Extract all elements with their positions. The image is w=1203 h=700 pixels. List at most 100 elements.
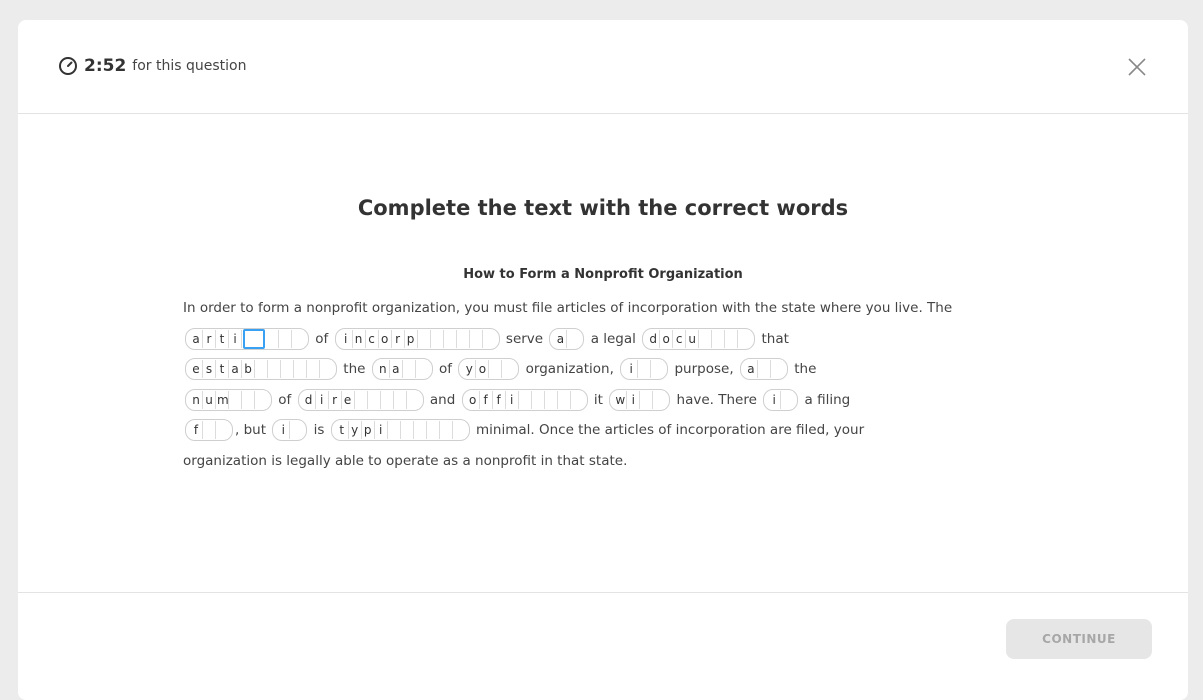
empty-letter-cell[interactable] <box>268 360 281 378</box>
blank-word-input[interactable]: f <box>185 419 233 441</box>
empty-letter-cell[interactable] <box>443 329 457 348</box>
empty-letter-cell[interactable] <box>281 360 294 378</box>
empty-letter-cell[interactable] <box>531 390 545 409</box>
blank-word-input[interactable]: arti <box>185 327 309 350</box>
blank-word-input[interactable]: offi <box>461 388 588 411</box>
empty-letter-cell[interactable] <box>770 360 783 378</box>
empty-letter-cell[interactable] <box>456 329 470 348</box>
question-timer: 2:52 for this question <box>58 56 246 76</box>
empty-letter-cell[interactable] <box>502 360 515 378</box>
empty-letter-cell[interactable] <box>415 360 428 378</box>
blank-word-input[interactable]: typi <box>330 419 470 441</box>
empty-letter-cell[interactable] <box>243 328 265 349</box>
empty-letter-cell[interactable] <box>320 360 332 378</box>
empty-letter-cell[interactable] <box>757 360 771 378</box>
empty-letter-cell[interactable] <box>426 421 440 439</box>
timer-label: for this question <box>132 58 247 74</box>
passage-text-segment: the <box>343 361 366 377</box>
letter-cell: e <box>342 390 355 409</box>
letter-cell: d <box>303 390 316 409</box>
letter-cell: c <box>366 329 379 348</box>
passage-text: In order to form a nonprofit organizatio… <box>183 293 1013 476</box>
empty-letter-cell[interactable] <box>469 329 483 348</box>
empty-letter-cell[interactable] <box>570 390 583 409</box>
letter-cell: s <box>203 360 216 378</box>
empty-letter-cell[interactable] <box>413 421 427 439</box>
empty-letter-cell[interactable] <box>367 390 381 409</box>
blank-word-input[interactable]: i <box>620 358 669 380</box>
empty-letter-cell[interactable] <box>712 329 726 348</box>
empty-letter-cell[interactable] <box>640 390 654 409</box>
empty-letter-cell[interactable] <box>292 329 304 348</box>
letter-cell: i <box>375 421 388 439</box>
letter-cell: t <box>216 360 229 378</box>
letter-cell: r <box>329 390 342 409</box>
empty-letter-cell[interactable] <box>651 360 664 378</box>
letter-cell: n <box>353 329 366 348</box>
passage-text-segment: a legal <box>590 330 636 347</box>
empty-letter-cell[interactable] <box>557 390 571 409</box>
empty-letter-cell[interactable] <box>393 390 407 409</box>
letter-cell: o <box>476 360 490 378</box>
blank-word-input[interactable]: num <box>185 388 272 411</box>
empty-letter-cell[interactable] <box>781 390 794 409</box>
empty-letter-cell[interactable] <box>294 360 307 378</box>
empty-letter-cell[interactable] <box>653 390 666 409</box>
empty-letter-cell[interactable] <box>738 329 751 348</box>
empty-letter-cell[interactable] <box>406 390 419 409</box>
letter-cell: f <box>480 390 493 409</box>
empty-letter-cell[interactable] <box>266 329 279 348</box>
blank-word-input[interactable]: a <box>549 327 585 350</box>
empty-letter-cell[interactable] <box>242 390 255 409</box>
footer-divider <box>18 592 1188 593</box>
blank-word-input[interactable]: dire <box>297 388 424 411</box>
empty-letter-cell[interactable] <box>307 360 320 378</box>
passage-text-segment: of <box>315 330 329 347</box>
blank-word-input[interactable]: a <box>739 358 788 380</box>
empty-letter-cell[interactable] <box>216 421 228 439</box>
blank-word-input[interactable]: incorp <box>334 327 500 350</box>
empty-letter-cell[interactable] <box>567 329 580 348</box>
empty-letter-cell[interactable] <box>482 329 495 348</box>
empty-letter-cell[interactable] <box>417 329 431 348</box>
empty-letter-cell[interactable] <box>380 390 394 409</box>
empty-letter-cell[interactable] <box>387 421 401 439</box>
blank-word-input[interactable]: na <box>371 358 433 380</box>
empty-letter-cell[interactable] <box>402 360 416 378</box>
empty-letter-cell[interactable] <box>699 329 713 348</box>
empty-letter-cell[interactable] <box>638 360 652 378</box>
blank-word-input[interactable]: i <box>272 419 308 441</box>
blank-word-input[interactable]: wi <box>609 388 671 411</box>
empty-letter-cell[interactable] <box>290 421 303 439</box>
blank-word-input[interactable]: estab <box>185 358 337 380</box>
empty-letter-cell[interactable] <box>518 390 532 409</box>
close-icon[interactable] <box>1126 56 1148 78</box>
letter-cell: w <box>614 390 628 409</box>
empty-letter-cell[interactable] <box>725 329 739 348</box>
letter-cell: p <box>405 329 418 348</box>
empty-letter-cell[interactable] <box>229 390 242 409</box>
empty-letter-cell[interactable] <box>279 329 292 348</box>
empty-letter-cell[interactable] <box>354 390 368 409</box>
empty-letter-cell[interactable] <box>544 390 558 409</box>
blank-word-input[interactable]: yo <box>458 358 520 380</box>
passage-title: How to Form a Nonprofit Organization <box>463 267 743 282</box>
letter-cell: y <box>463 360 477 378</box>
empty-letter-cell[interactable] <box>452 421 465 439</box>
empty-letter-cell[interactable] <box>255 360 268 378</box>
continue-button[interactable]: CONTINUE <box>1006 619 1152 659</box>
letter-cell: o <box>660 329 674 348</box>
letter-cell: p <box>362 421 375 439</box>
letter-cell: a <box>745 360 758 378</box>
empty-letter-cell[interactable] <box>400 421 414 439</box>
passage-text-segment: that <box>761 330 789 347</box>
empty-letter-cell[interactable] <box>203 421 216 439</box>
empty-letter-cell[interactable] <box>430 329 444 348</box>
blank-word-input[interactable]: i <box>763 388 799 411</box>
question-card: 2:52 for this question Complete the text… <box>18 20 1188 700</box>
empty-letter-cell[interactable] <box>489 360 503 378</box>
empty-letter-cell[interactable] <box>255 390 267 409</box>
blank-word-input[interactable]: docu <box>642 327 756 350</box>
letter-cell: i <box>277 421 291 439</box>
empty-letter-cell[interactable] <box>439 421 453 439</box>
